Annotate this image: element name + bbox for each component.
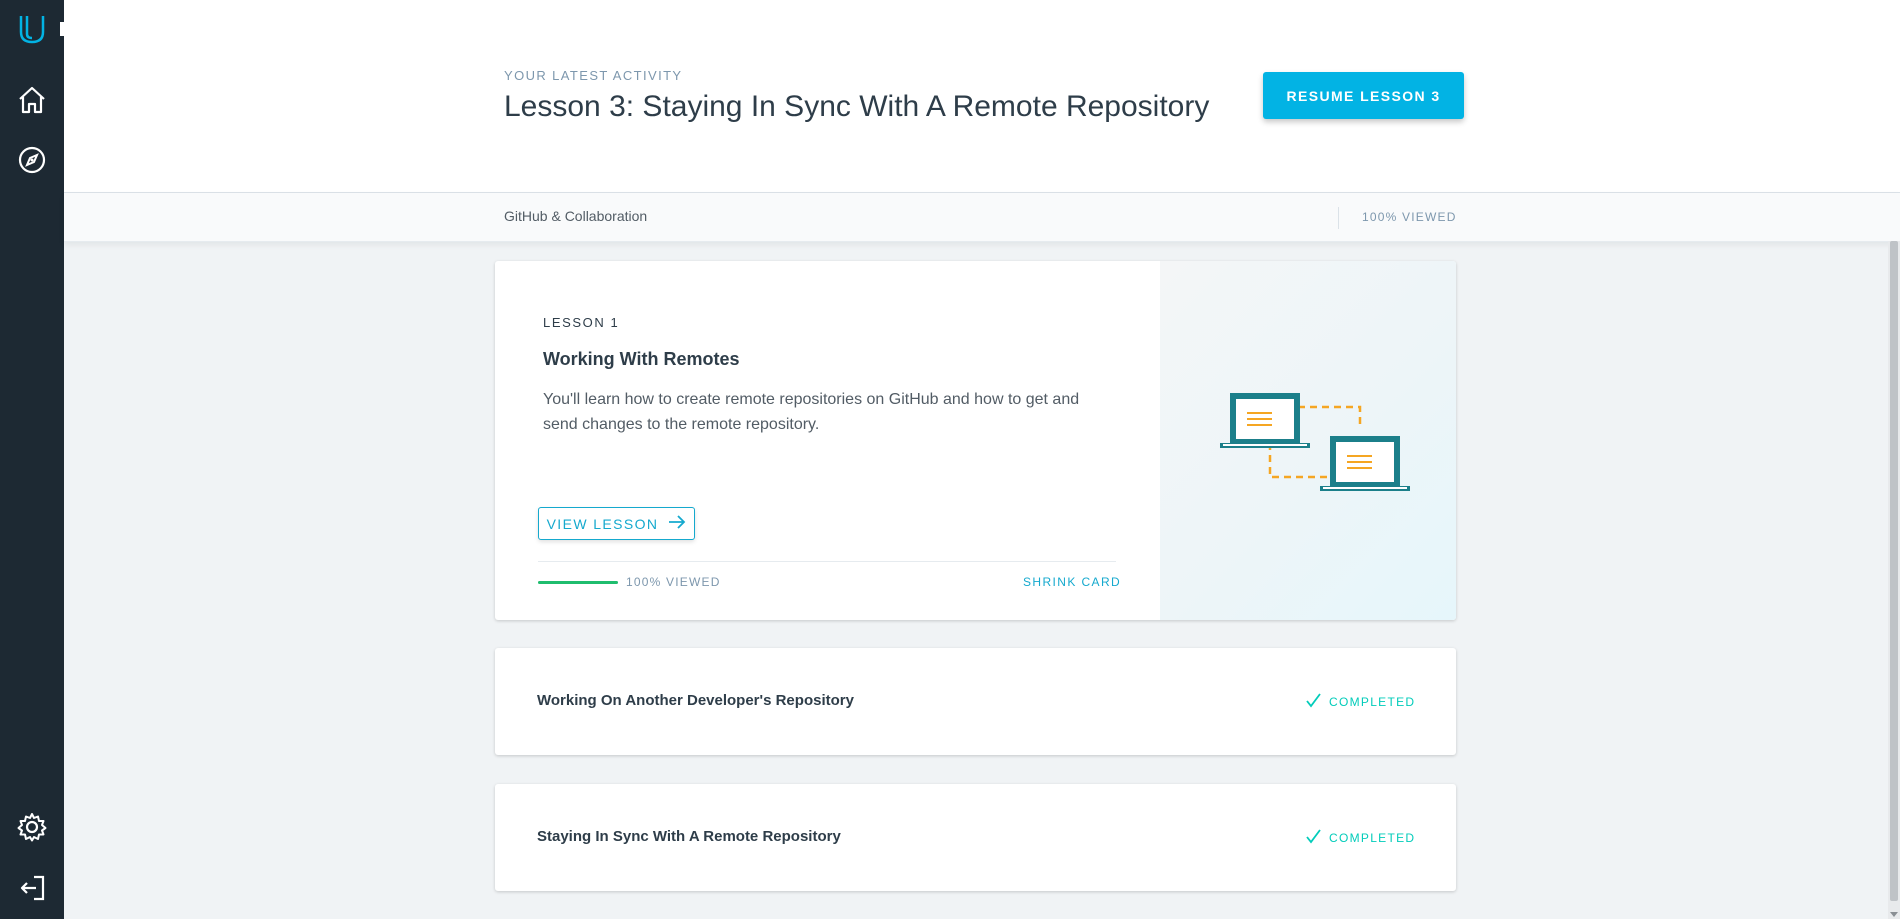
sidebar — [0, 0, 64, 919]
lesson-card-expanded: LESSON 1 Working With Remotes You'll lea… — [495, 261, 1456, 620]
course-name: GitHub & Collaboration — [504, 208, 648, 224]
progress-bar — [538, 581, 618, 584]
check-icon — [1305, 692, 1321, 711]
scroll-down-arrow-icon[interactable] — [1890, 912, 1898, 917]
course-viewed-status: 100% VIEWED — [1362, 210, 1457, 224]
laptops-sync-icon — [1220, 393, 1410, 491]
status-badge: COMPLETED — [1305, 692, 1415, 711]
udacity-logo-icon[interactable] — [14, 11, 50, 47]
latest-activity-label: YOUR LATEST ACTIVITY — [504, 68, 683, 83]
status-label: COMPLETED — [1329, 830, 1416, 845]
lesson-card-collapsed[interactable]: Working On Another Developer's Repositor… — [495, 648, 1456, 755]
check-icon — [1305, 828, 1321, 847]
course-bar: GitHub & Collaboration 100% VIEWED — [64, 193, 1900, 242]
progress-bar-fill — [538, 581, 618, 584]
lesson-title: Working On Another Developer's Repositor… — [537, 692, 854, 709]
activity-header: YOUR LATEST ACTIVITY Lesson 3: Staying I… — [64, 0, 1900, 193]
resume-lesson-button[interactable]: RESUME LESSON 3 — [1263, 72, 1464, 119]
view-lesson-label: VIEW LESSON — [546, 515, 659, 532]
lesson-title: Staying In Sync With A Remote Repository — [537, 828, 841, 845]
scrollbar-thumb[interactable] — [1890, 241, 1898, 901]
logout-icon[interactable] — [14, 870, 50, 906]
divider — [1338, 207, 1339, 229]
status-badge: COMPLETED — [1305, 828, 1415, 847]
view-lesson-button[interactable]: VIEW LESSON — [538, 507, 695, 540]
compass-icon[interactable] — [14, 142, 50, 178]
divider — [538, 561, 1116, 562]
gear-icon[interactable] — [14, 809, 50, 845]
lesson-card-collapsed[interactable]: Staying In Sync With A Remote Repository… — [495, 784, 1456, 891]
progress-label: 100% VIEWED — [626, 575, 721, 589]
page-title: Lesson 3: Staying In Sync With A Remote … — [504, 90, 1210, 123]
lesson-description: You'll learn how to create remote reposi… — [543, 391, 1080, 433]
home-icon[interactable] — [14, 82, 50, 118]
shrink-card-link[interactable]: SHRINK CARD — [1023, 575, 1121, 589]
lesson-number: LESSON 1 — [543, 315, 620, 330]
scrollbar[interactable] — [1888, 241, 1900, 919]
arrow-right-icon — [668, 515, 686, 532]
lesson-title: Working With Remotes — [543, 349, 740, 369]
status-label: COMPLETED — [1329, 694, 1416, 709]
lesson-illustration — [1160, 261, 1456, 620]
